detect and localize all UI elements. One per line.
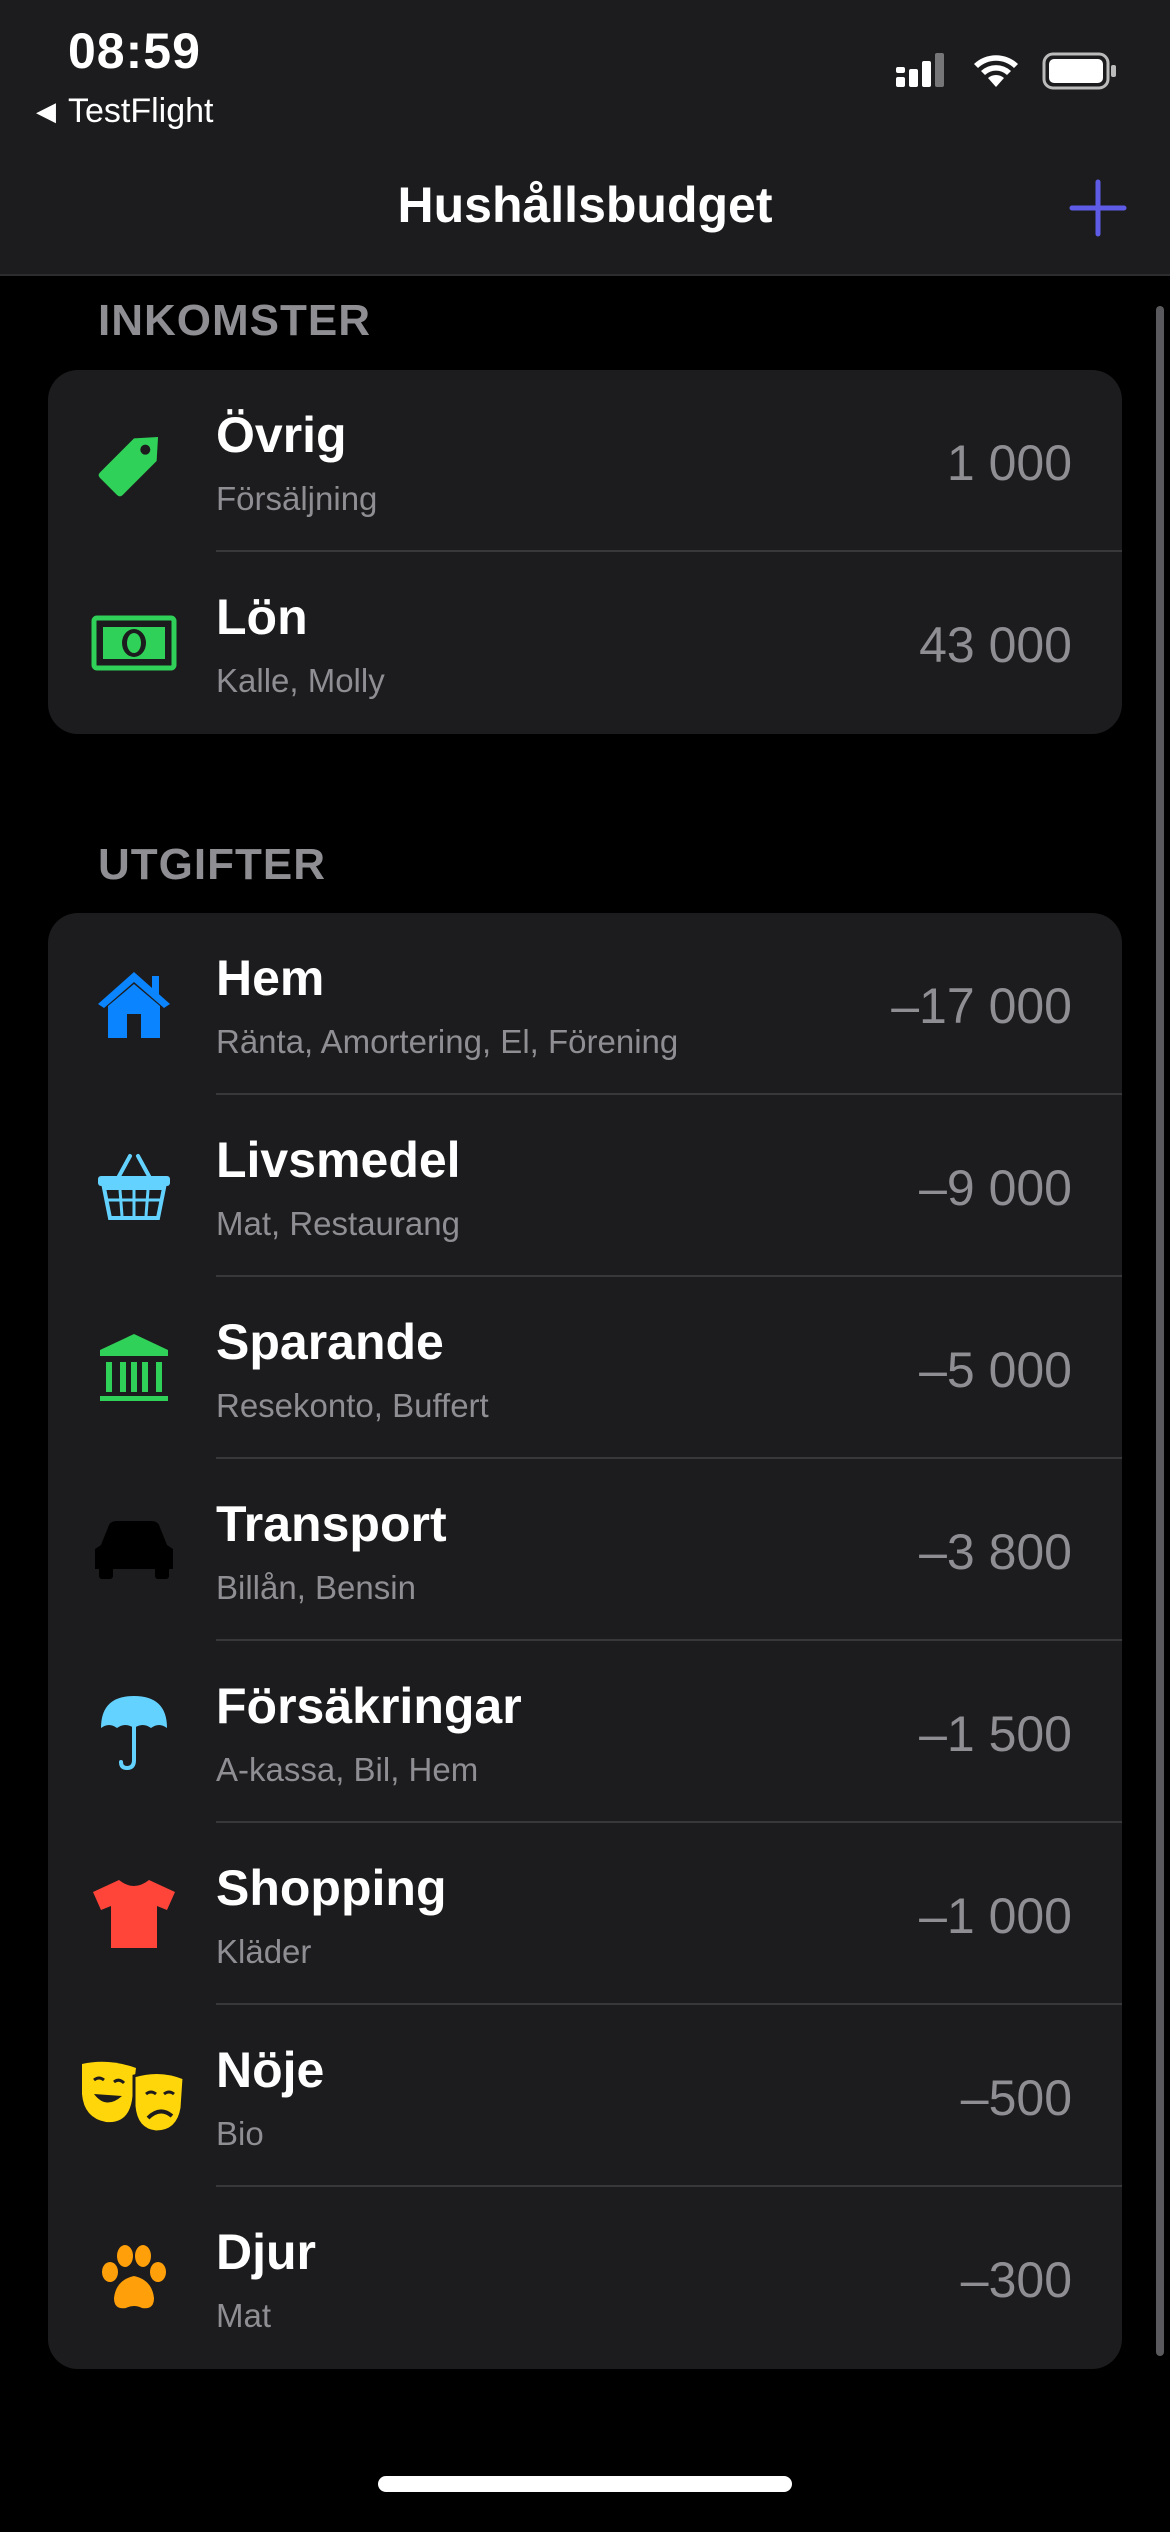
list-item-transport[interactable]: Transport Billån, Bensin –3 800 [48, 1459, 1122, 1641]
item-subtitle: Mat, Restaurang [216, 1205, 460, 1242]
item-subtitle: Försäljning [216, 480, 378, 517]
item-title: Livsmedel [216, 1132, 461, 1188]
item-subtitle: Kalle, Molly [216, 662, 385, 699]
cellular-signal-icon [896, 53, 944, 87]
item-subtitle: Ränta, Amortering, El, Förening [216, 1023, 679, 1060]
car-icon [88, 1507, 180, 1593]
item-amount: –1 500 [919, 1706, 1072, 1762]
home-indicator[interactable] [378, 2476, 792, 2492]
item-amount: –9 000 [919, 1160, 1072, 1216]
item-title: Hem [216, 950, 325, 1006]
item-title: Shopping [216, 1860, 447, 1916]
item-subtitle: Billån, Bensin [216, 1569, 416, 1606]
page-title: Hushållsbudget [397, 177, 773, 233]
item-amount: –1 000 [919, 1888, 1072, 1944]
theater-masks-icon [78, 2053, 188, 2139]
item-amount: –5 000 [919, 1342, 1072, 1398]
list-item-sparande[interactable]: Sparande Resekonto, Buffert –5 000 [48, 1277, 1122, 1459]
item-amount: –500 [960, 2070, 1072, 2126]
list-item-forsakringar[interactable]: Försäkringar A-kassa, Bil, Hem –1 500 [48, 1641, 1122, 1823]
tshirt-icon [88, 1871, 180, 1957]
back-triangle-icon: ◀ [36, 96, 56, 126]
list-item-shopping[interactable]: Shopping Kläder –1 000 [48, 1823, 1122, 2005]
back-to-app-button[interactable]: ◀ TestFlight [36, 92, 214, 131]
pawprint-icon [88, 2235, 180, 2321]
item-title: Transport [216, 1496, 447, 1552]
item-title: Sparande [216, 1314, 444, 1370]
item-title: Nöje [216, 2042, 325, 2098]
add-button[interactable] [1066, 176, 1130, 240]
plus-icon [1069, 179, 1127, 237]
expenses-section-header: UTGIFTER [98, 840, 326, 889]
list-item-hem[interactable]: Hem Ränta, Amortering, El, Förening –17 … [48, 913, 1122, 1095]
item-title: Övrig [216, 407, 347, 463]
status-bar: 08:59 ◀ TestFlight [0, 0, 1170, 140]
item-amount: –17 000 [891, 978, 1072, 1034]
status-time: 08:59 [68, 23, 201, 79]
umbrella-icon [88, 1689, 180, 1775]
list-item-djur[interactable]: Djur Mat –300 [48, 2187, 1122, 2369]
list-item-ovrig[interactable]: Övrig Försäljning 1 000 [48, 370, 1122, 552]
list-item-noje[interactable]: Nöje Bio –500 [48, 2005, 1122, 2187]
scrollbar[interactable] [1156, 306, 1164, 2356]
banknote-icon [88, 600, 180, 686]
expenses-list: Hem Ränta, Amortering, El, Förening –17 … [48, 913, 1122, 2369]
item-subtitle: Resekonto, Buffert [216, 1387, 489, 1424]
basket-icon [88, 1143, 180, 1229]
income-section-header: INKOMSTER [98, 296, 371, 345]
item-amount: 1 000 [946, 435, 1072, 491]
item-title: Djur [216, 2224, 316, 2280]
battery-icon [1042, 52, 1116, 90]
item-subtitle: Kläder [216, 1933, 312, 1970]
item-subtitle: Bio [216, 2115, 264, 2152]
item-title: Lön [216, 589, 308, 645]
wifi-icon [974, 55, 1018, 87]
house-icon [88, 961, 180, 1047]
item-amount: 43 000 [919, 617, 1072, 673]
item-subtitle: A-kassa, Bil, Hem [216, 1751, 479, 1788]
list-item-livsmedel[interactable]: Livsmedel Mat, Restaurang –9 000 [48, 1095, 1122, 1277]
income-list: Övrig Försäljning 1 000 Lön Kalle, Molly… [48, 370, 1122, 734]
status-icons [894, 52, 1118, 90]
bank-icon [88, 1325, 180, 1411]
back-app-label: TestFlight [68, 92, 214, 130]
item-title: Försäkringar [216, 1678, 522, 1734]
tag-icon [88, 418, 180, 504]
list-item-lon[interactable]: Lön Kalle, Molly 43 000 [48, 552, 1122, 734]
item-amount: –3 800 [919, 1524, 1072, 1580]
navigation-bar: Hushållsbudget [0, 140, 1170, 276]
item-amount: –300 [960, 2252, 1072, 2308]
item-subtitle: Mat [216, 2297, 272, 2334]
